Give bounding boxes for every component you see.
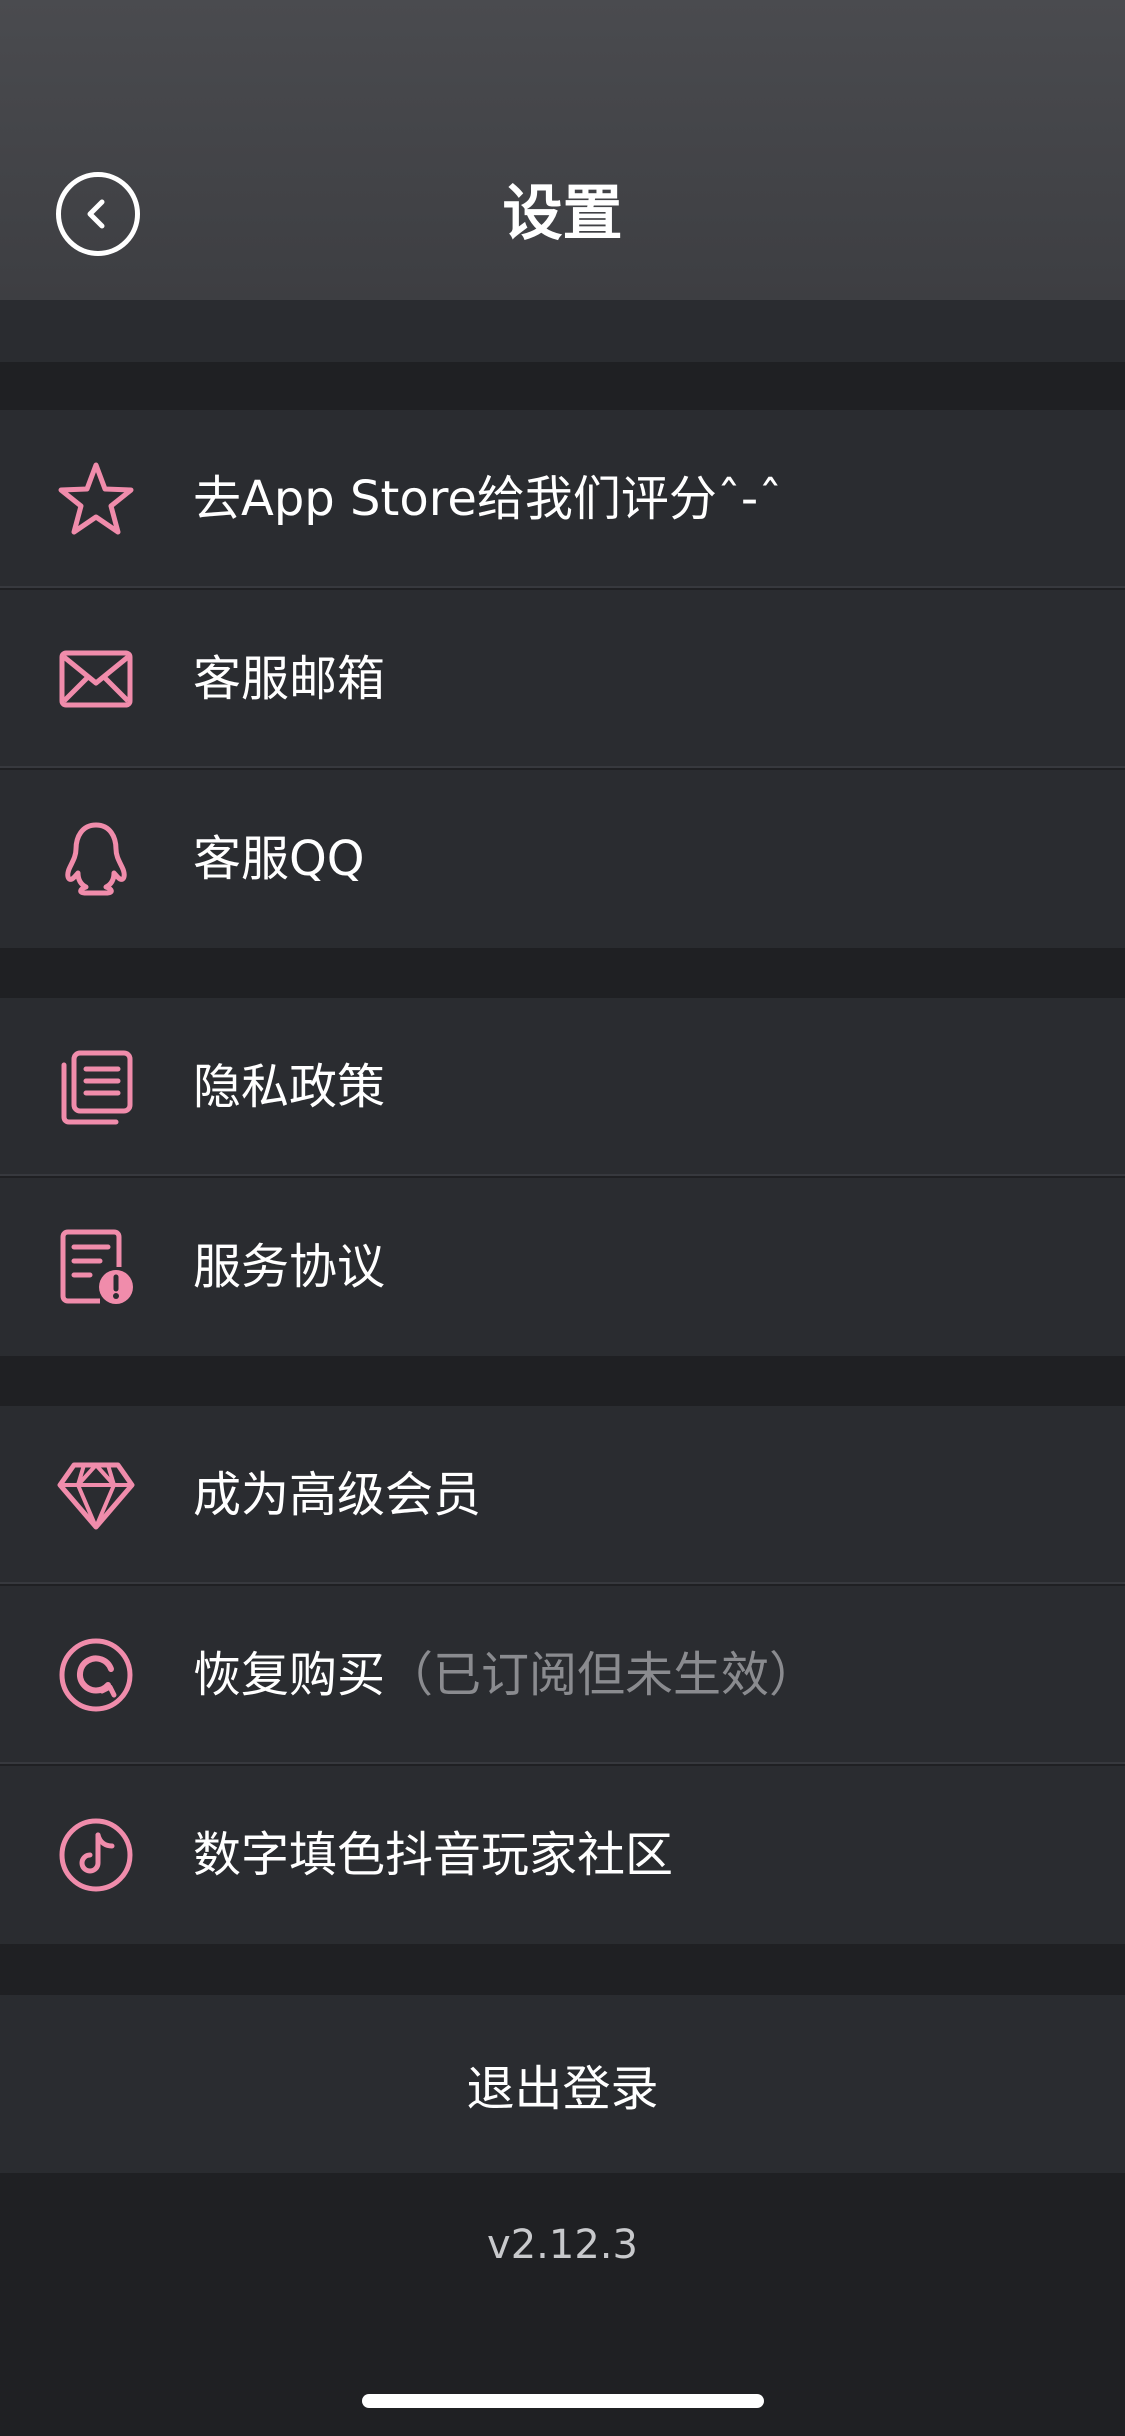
restore-purchase-hint: （已订阅但未生效） [385,1647,818,1703]
home-indicator[interactable] [362,2394,764,2408]
tiktok-community-label: 数字填色抖音玩家社区 [193,1827,674,1883]
tiktok-icon [59,1818,133,1892]
restore-icon [59,1638,133,1712]
service-agreement-row[interactable]: 服务协议 [0,1178,1125,1356]
rate-app-row[interactable]: 去App Store给我们评分ˆ-ˆ [0,410,1125,588]
header-shadow-bar [0,300,1125,362]
service-agreement-label: 服务协议 [193,1239,386,1295]
diamond-icon [57,1462,135,1530]
restore-purchase-text: 恢复购买 [193,1647,386,1703]
privacy-policy-row[interactable]: 隐私政策 [0,998,1125,1176]
documents-icon [61,1050,133,1125]
page-title: 设置 [502,179,623,249]
premium-member-label: 成为高级会员 [193,1467,482,1523]
document-alert-icon [60,1229,133,1304]
rate-app-label: 去App Store给我们评分ˆ-ˆ [193,471,783,527]
support-email-row[interactable]: 客服邮箱 [0,590,1125,768]
qq-penguin-icon [65,822,127,896]
star-icon [58,462,134,535]
version-label: v2.12.3 [487,2222,638,2268]
restore-purchase-label: 恢复购买（已订阅但未生效） [193,1645,817,1705]
premium-member-row[interactable]: 成为高级会员 [0,1406,1125,1584]
mail-icon [59,650,133,708]
support-email-label: 客服邮箱 [193,651,386,707]
restore-purchase-row[interactable]: 恢复购买（已订阅但未生效） [0,1586,1125,1764]
support-qq-row[interactable]: 客服QQ [0,770,1125,948]
navigation-bar: 设置 [0,0,1125,300]
tiktok-community-row[interactable]: 数字填色抖音玩家社区 [0,1766,1125,1944]
support-qq-label: 客服QQ [193,831,365,887]
privacy-policy-label: 隐私政策 [193,1059,386,1115]
logout-button[interactable]: 退出登录 [0,1995,1125,2173]
